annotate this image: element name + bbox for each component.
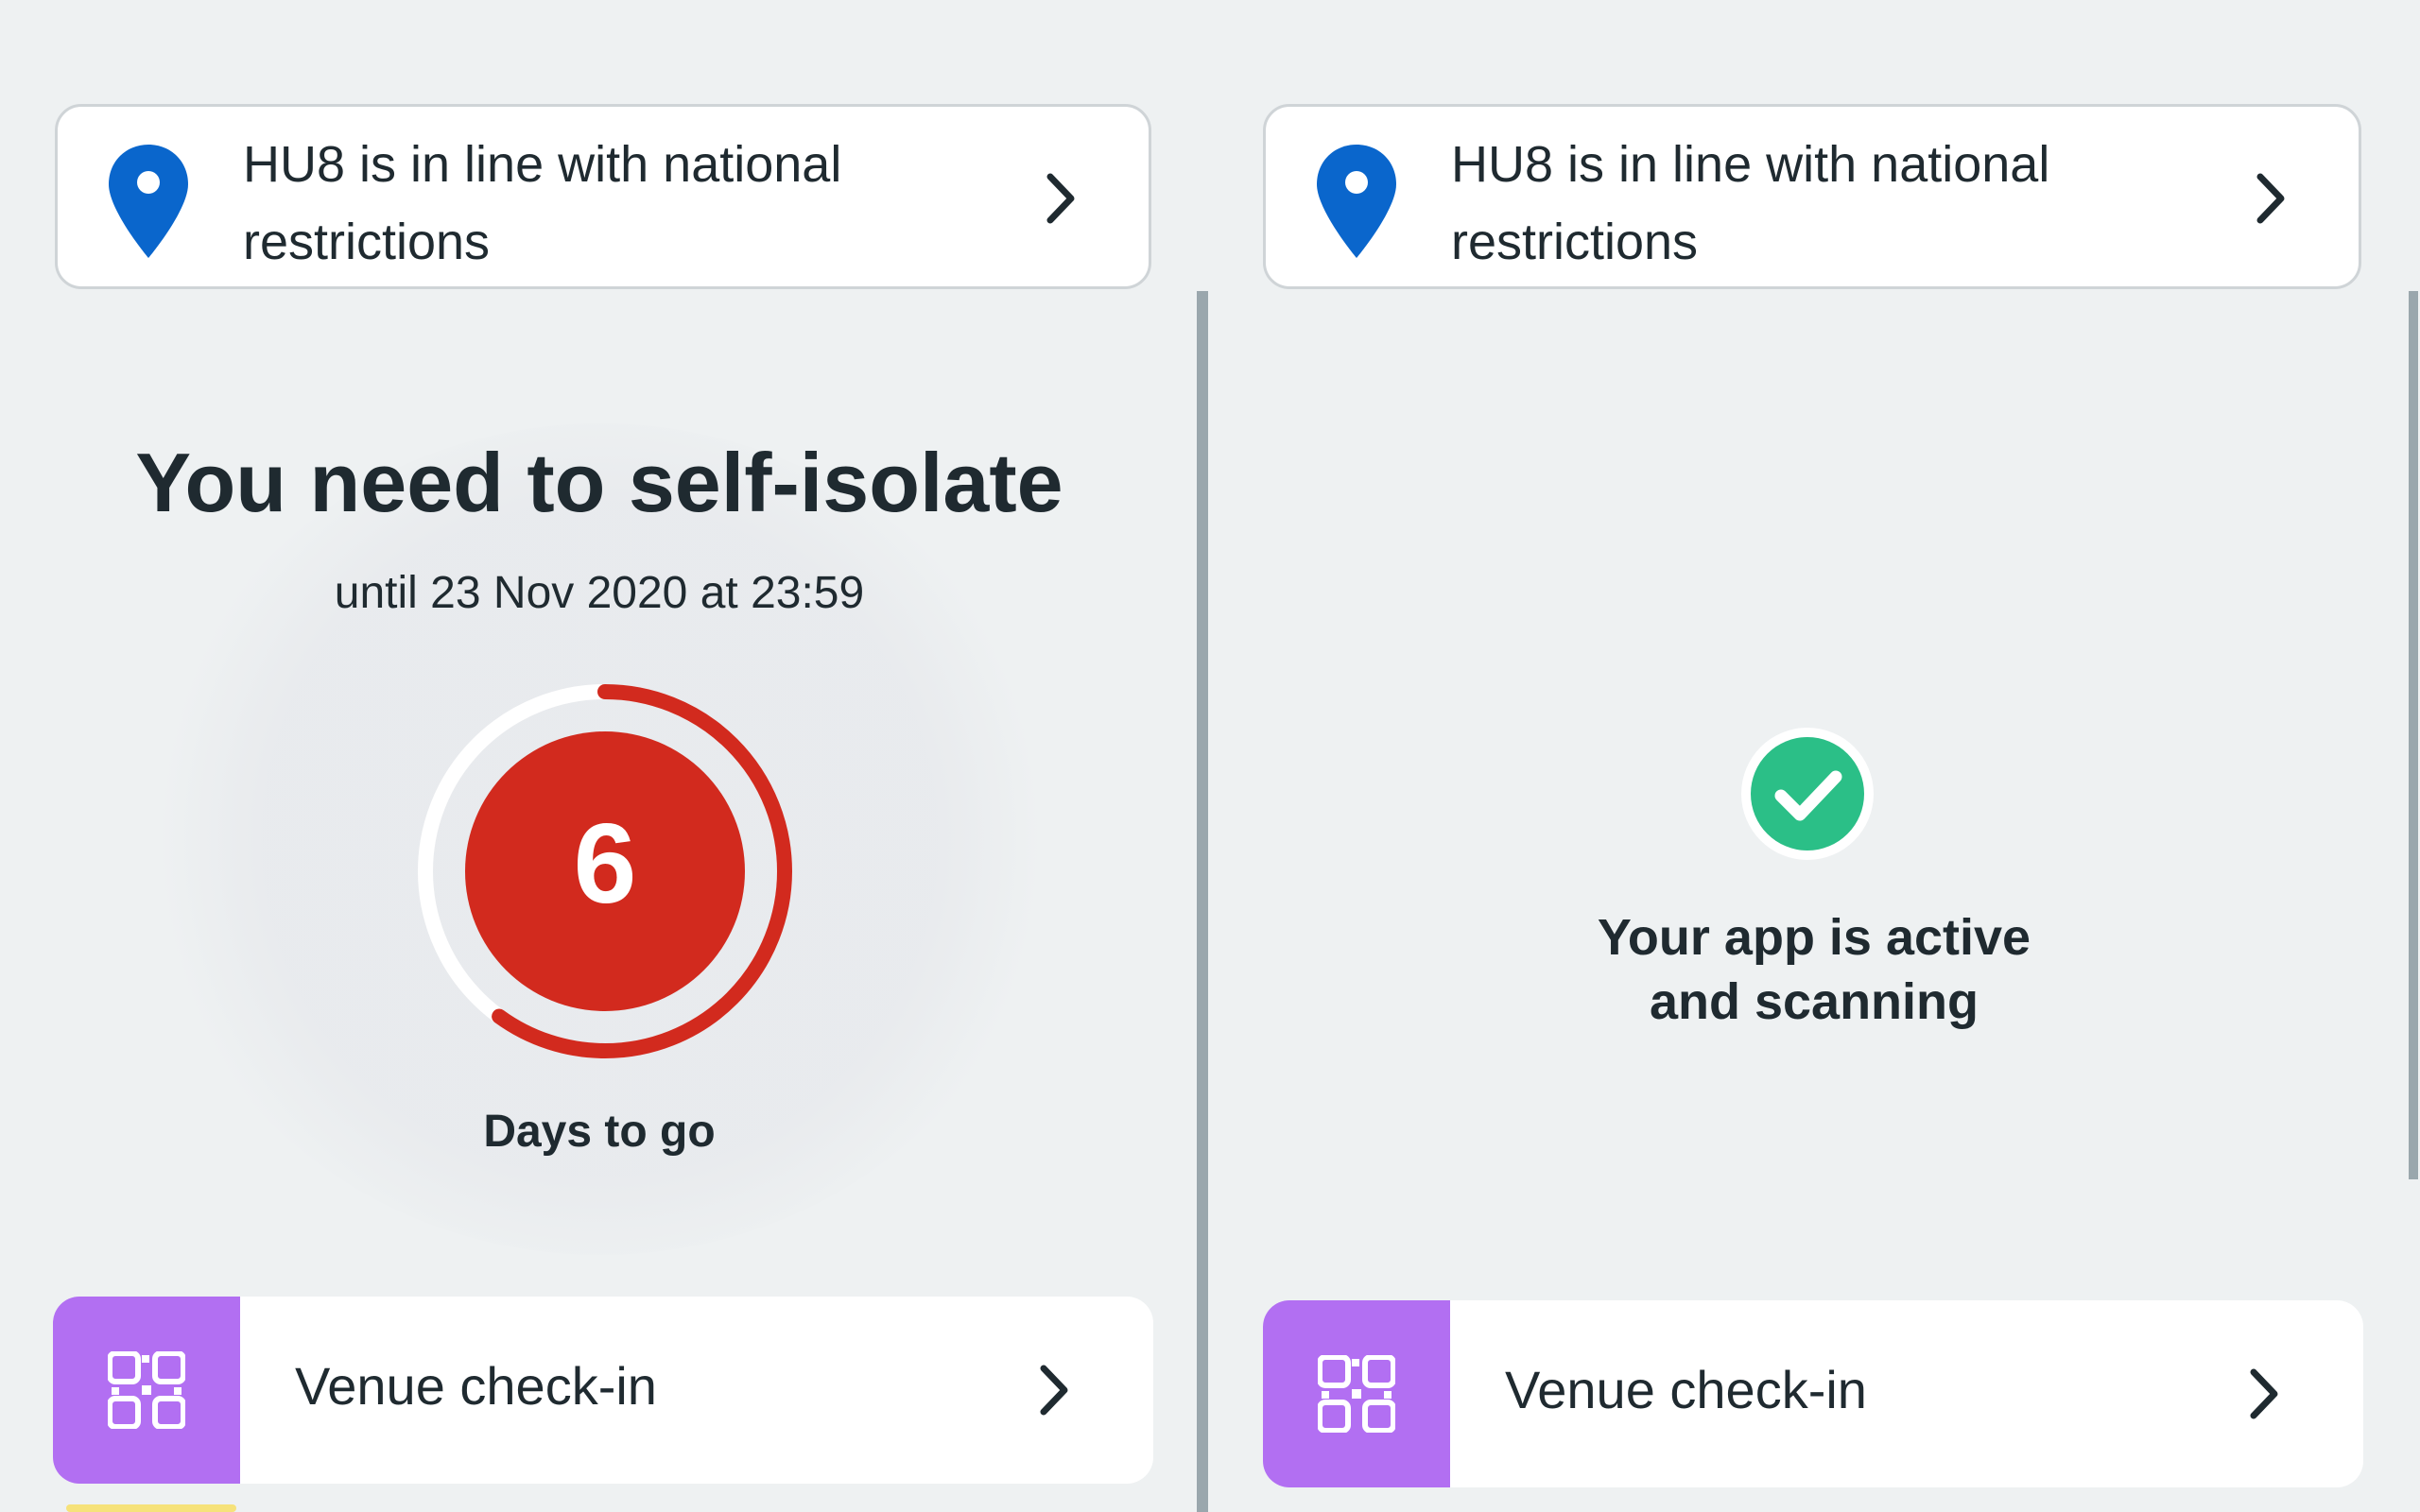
isolation-panel: HU8 is in line with national restriction…	[0, 0, 1199, 1512]
location-pin-icon	[109, 145, 188, 258]
app-status-line-1: Your app is active	[1597, 909, 2031, 966]
venue-check-in-button[interactable]: Venue check-in	[1263, 1300, 2363, 1487]
days-to-go-label: Days to go	[483, 1107, 716, 1157]
local-restrictions-text: HU8 is in line with national restriction…	[243, 136, 842, 270]
chevron-right-icon	[2250, 1368, 2278, 1419]
panel-scrollbar[interactable]	[2409, 291, 2418, 1179]
venue-icon-tile	[1263, 1300, 1450, 1487]
qr-code-icon	[108, 1351, 185, 1429]
isolation-title: You need to self-isolate	[135, 436, 1063, 529]
qr-code-icon	[1318, 1355, 1395, 1433]
app-status-line-2: and scanning	[1649, 973, 1979, 1030]
venue-check-in-button[interactable]: Venue check-in	[53, 1297, 1153, 1484]
local-restrictions-card[interactable]: HU8 is in line with national restriction…	[55, 104, 1151, 289]
chevron-right-icon	[1046, 173, 1075, 224]
local-restrictions-text: HU8 is in line with national restriction…	[1451, 136, 2050, 270]
check-circle-icon	[1741, 728, 1874, 860]
venue-icon-tile	[53, 1297, 240, 1484]
chevron-right-icon	[1040, 1365, 1068, 1416]
panel-scrollbar[interactable]	[1197, 291, 1208, 1512]
app-status-text: Your app is active and scanning	[1208, 905, 2420, 1034]
venue-check-in-label: Venue check-in	[295, 1356, 657, 1416]
days-remaining-number: 6	[573, 800, 637, 927]
chevron-right-icon	[2256, 173, 2285, 224]
local-restrictions-card[interactable]: HU8 is in line with national restriction…	[1263, 104, 2361, 289]
next-card-edge	[66, 1504, 236, 1512]
location-pin-icon	[1317, 145, 1396, 258]
isolation-until-date: until 23 Nov 2020 at 23:59	[334, 568, 865, 618]
venue-check-in-label: Venue check-in	[1505, 1360, 1867, 1419]
active-status-panel: HU8 is in line with national restriction…	[1208, 0, 2420, 1512]
